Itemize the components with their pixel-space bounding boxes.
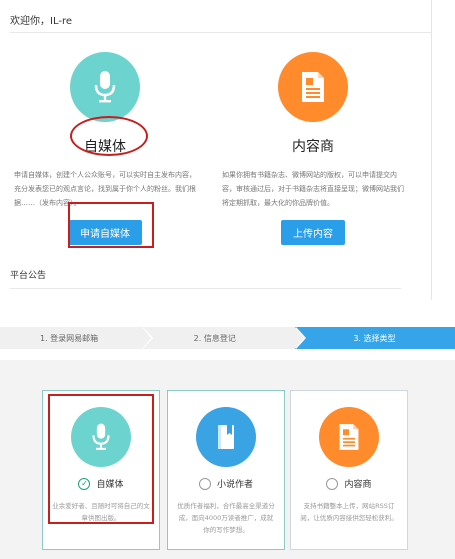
apply-panel: 欢迎你，IL-re 自媒体 申请自媒体，创建个人公众账号，可以实时自主发布内容，…	[0, 0, 432, 300]
type-option-row[interactable]: 内容商	[291, 477, 407, 490]
step-arrow	[295, 327, 305, 349]
radio-button[interactable]	[326, 477, 339, 490]
annotation-oval	[70, 116, 148, 156]
platform-notice-heading: 平台公告	[10, 271, 47, 281]
type-selection: ✓ 自媒体 业余爱好者、且随时可将自己的文章供图出版。 小说作者 优质作者福利，…	[0, 360, 455, 559]
step-select-type: 3. 选择类型	[295, 327, 455, 349]
type-card-novelist[interactable]: 小说作者 优质作者福利，合作最高全渠道分成，面向4000万读者推广，成就你的写作…	[167, 390, 285, 550]
type-card-content-provider[interactable]: 内容商 支持书籍整本上传，网站RSS订阅，让优质内容接供您轻松获利。	[290, 390, 408, 550]
step-login: 1. 登录网易邮箱	[0, 327, 153, 349]
type-option-row[interactable]: 小说作者	[168, 477, 284, 490]
step-label: 3. 选择类型	[353, 333, 396, 343]
type-label: 内容商	[344, 480, 372, 490]
progress-steps: 1. 登录网易邮箱 2. 信息登记 3. 选择类型	[0, 327, 455, 349]
upload-content-button[interactable]: 上传内容	[281, 220, 345, 245]
step-label: 1. 登录网易邮箱	[40, 333, 99, 343]
annotation-rect	[48, 394, 154, 524]
step-info: 2. 信息登记	[141, 327, 307, 349]
microphone-icon	[70, 52, 140, 122]
step-arrow	[141, 327, 151, 349]
document-icon	[278, 52, 348, 122]
divider	[10, 288, 401, 289]
type-desc: 优质作者福利，合作最高全渠道分成，面向4000万读者推广，成就你的写作梦想。	[177, 502, 275, 534]
type-label: 小说作者	[216, 480, 253, 490]
book-icon	[196, 407, 256, 467]
radio-button[interactable]	[198, 477, 211, 490]
content-provider-desc: 如果你拥有书籍杂志、微博网站的版权，可以申请提交内容，审核通过后，对于书籍杂志将…	[222, 171, 404, 207]
document-icon	[319, 407, 379, 467]
content-provider-title: 内容商	[292, 139, 334, 155]
annotation-rect	[68, 202, 154, 248]
type-desc: 支持书籍整本上传，网站RSS订阅，让优质内容接供您轻松获利。	[300, 502, 398, 522]
step-label: 2. 信息登记	[193, 333, 236, 343]
divider	[10, 32, 431, 33]
content-provider-card: 内容商 如果你拥有书籍杂志、微博网站的版权，可以申请提交内容，审核通过后，对于书…	[218, 52, 408, 245]
welcome-text: 欢迎你，IL-re	[10, 16, 72, 27]
